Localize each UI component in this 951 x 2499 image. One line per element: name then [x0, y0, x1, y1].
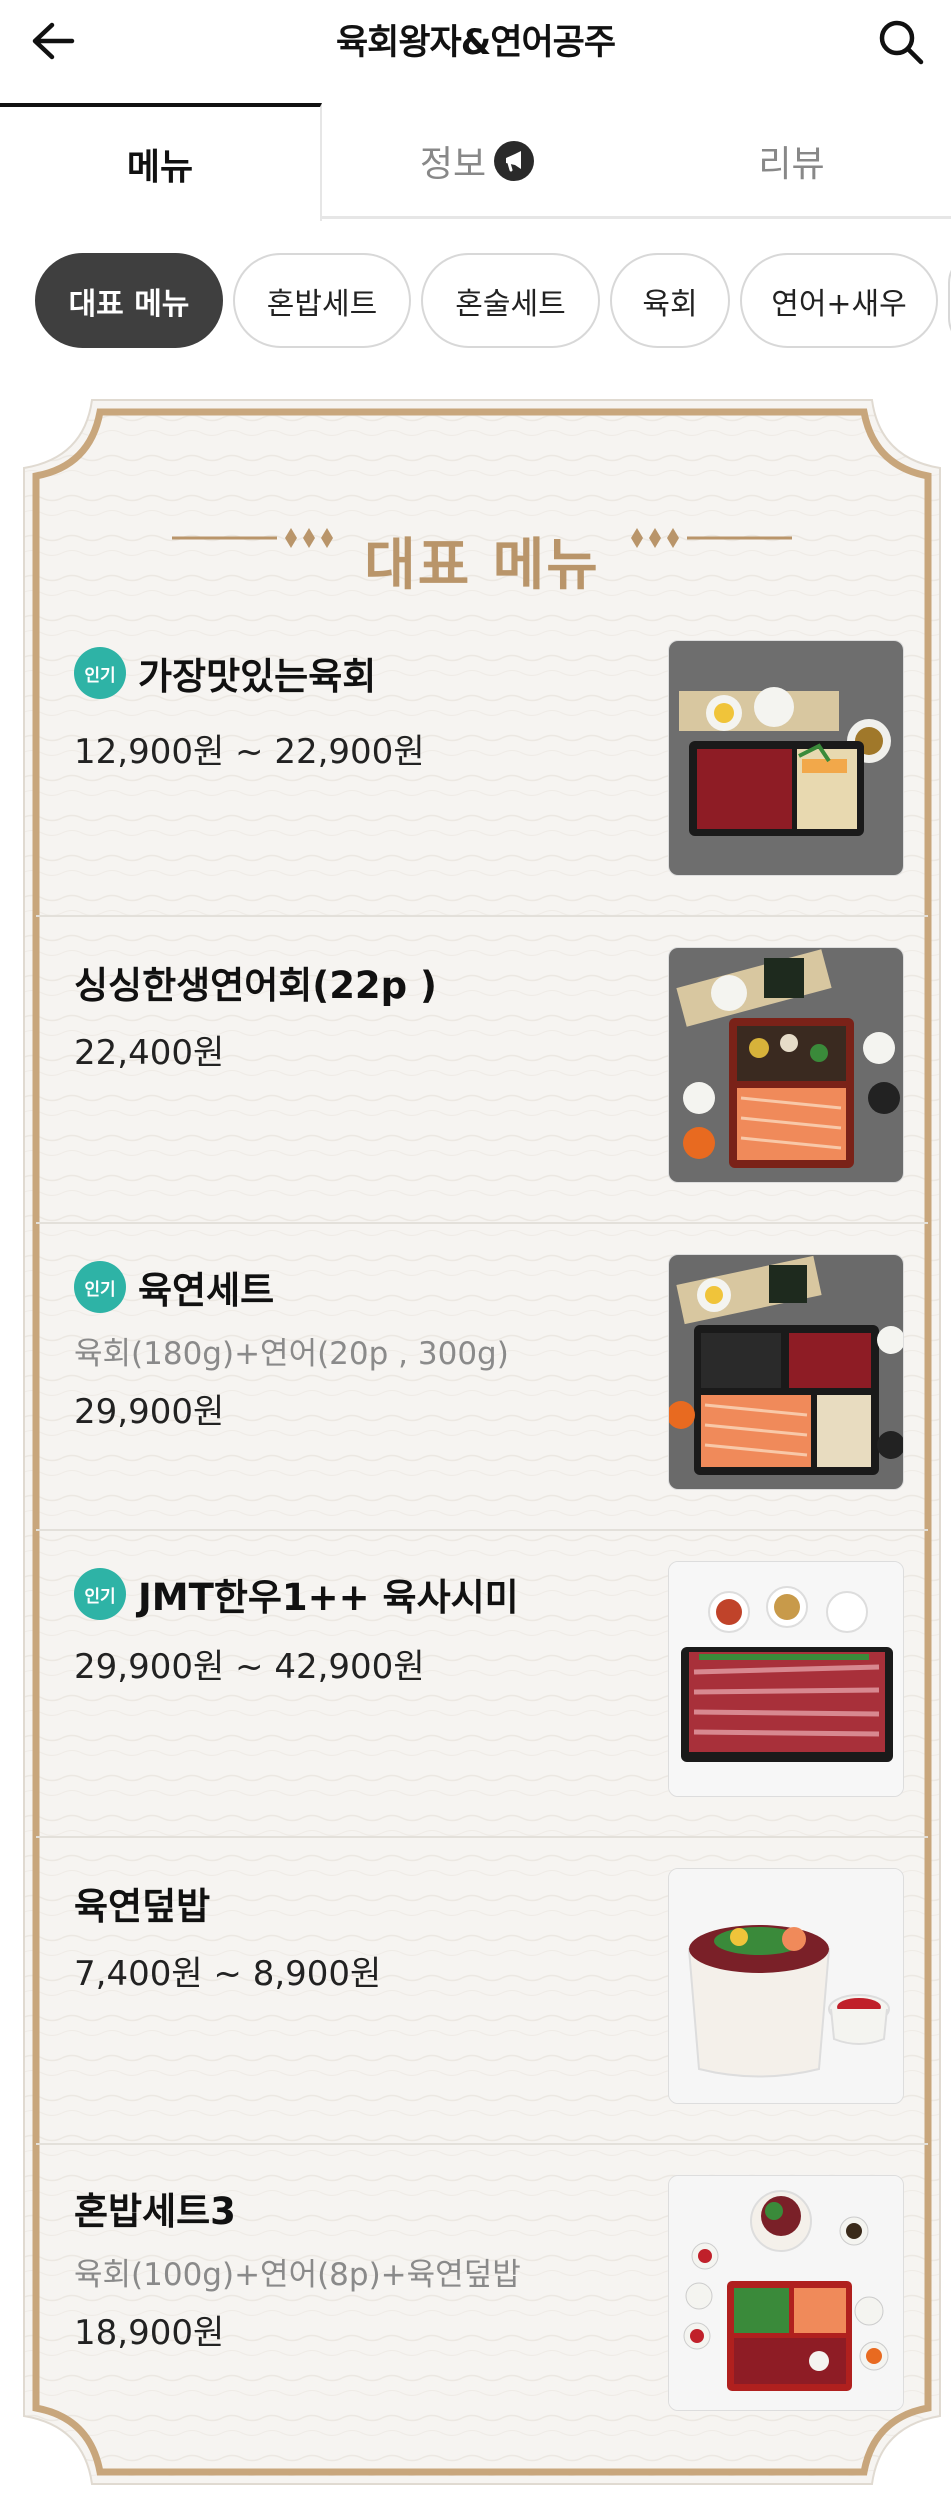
item-photo: [668, 947, 904, 1183]
tab-menu[interactable]: 메뉴: [0, 103, 322, 221]
card-content: 대표 메뉴 인기 가장맛있는육회 12,900원 ~ 22,900원 싱싱한생연…: [36, 412, 928, 2472]
item-name-line: 육연덮밥: [74, 1876, 210, 1930]
chip-featured-menu[interactable]: 대표 메뉴: [35, 253, 223, 348]
search-icon: [879, 20, 924, 65]
menu-item-row[interactable]: 싱싱한생연어회(22p ) 22,400원: [36, 917, 928, 1224]
item-photo: [668, 2175, 904, 2411]
item-photo: [668, 1868, 904, 2104]
item-price: 12,900원 ~ 22,900원: [74, 732, 425, 772]
tab-review-label: 리뷰: [758, 144, 825, 185]
megaphone-icon: [494, 141, 535, 181]
item-price: 18,900원: [74, 2313, 225, 2353]
item-description: 육회(180g)+연어(20p , 300g): [74, 1336, 509, 1372]
tab-menu-label: 메뉴: [126, 147, 194, 188]
menu-item-row[interactable]: 인기 JMT한우1++ 육사시미 29,900원 ~ 42,900원: [36, 1531, 928, 1838]
tab-bar: 메뉴 정보 리뷰: [0, 103, 951, 221]
section-title: 대표 메뉴: [364, 533, 600, 598]
item-name-line: 혼밥세트3: [74, 2181, 236, 2235]
item-price: 29,900원: [74, 1392, 225, 1432]
chip-solo-meal-set[interactable]: 혼밥세트: [233, 253, 411, 348]
menu-item-row[interactable]: 육연덮밥 7,400원 ~ 8,900원: [36, 1838, 928, 2145]
menu-item-row[interactable]: 인기 가장맛있는육회 12,900원 ~ 22,900원: [36, 610, 928, 917]
chip-solo-drink-set[interactable]: 혼술세트: [421, 253, 600, 348]
featured-menu-card: 대표 메뉴 인기 가장맛있는육회 12,900원 ~ 22,900원 싱싱한생연…: [22, 398, 942, 2486]
item-price: 29,900원 ~ 42,900원: [74, 1647, 425, 1687]
item-name: 육연세트: [138, 1269, 275, 1312]
item-price: 7,400원 ~ 8,900원: [74, 1954, 382, 1994]
item-description: 육회(100g)+연어(8p)+육연덮밥: [74, 2257, 521, 2293]
item-name-line: 인기 육연세트: [74, 1260, 274, 1314]
menu-item-row[interactable]: 혼밥세트3 육회(100g)+연어(8p)+육연덮밥 18,900원: [36, 2145, 928, 2452]
chip-yukhoe[interactable]: 육회: [610, 253, 730, 348]
page-title: 육회왕자&연어공주: [335, 23, 616, 63]
item-name: 육연덮밥: [74, 1885, 211, 1928]
top-app-bar: 육회왕자&연어공주: [0, 0, 951, 80]
tab-review[interactable]: 리뷰: [632, 103, 951, 219]
search-button[interactable]: [873, 14, 929, 70]
item-name-line: 싱싱한생연어회(22p ): [74, 955, 437, 1009]
item-price: 22,400원: [74, 1033, 225, 1073]
item-name: JMT한우1++ 육사시미: [138, 1576, 519, 1619]
item-name-line: 인기 JMT한우1++ 육사시미: [74, 1567, 519, 1621]
item-name: 가장맛있는육회: [138, 655, 377, 698]
item-name: 혼밥세트3: [74, 2190, 236, 2233]
category-chip-row: 대표 메뉴 혼밥세트 혼술세트 육회 연어+새우: [0, 253, 951, 349]
popular-badge: 인기: [74, 647, 126, 699]
popular-badge: 인기: [74, 1261, 126, 1313]
item-photo: [668, 1254, 904, 1490]
tab-info[interactable]: 정보: [322, 103, 632, 219]
item-photo: [668, 640, 904, 876]
item-photo: [668, 1561, 904, 1797]
tab-info-label: 정보: [419, 144, 487, 185]
item-name-line: 인기 가장맛있는육회: [74, 646, 376, 700]
popular-badge: 인기: [74, 1568, 126, 1620]
item-name: 싱싱한생연어회(22p ): [74, 964, 437, 1007]
chip-salmon-shrimp[interactable]: 연어+새우: [740, 253, 938, 348]
menu-item-row[interactable]: 인기 육연세트 육회(180g)+연어(20p , 300g) 29,900원: [36, 1224, 928, 1531]
